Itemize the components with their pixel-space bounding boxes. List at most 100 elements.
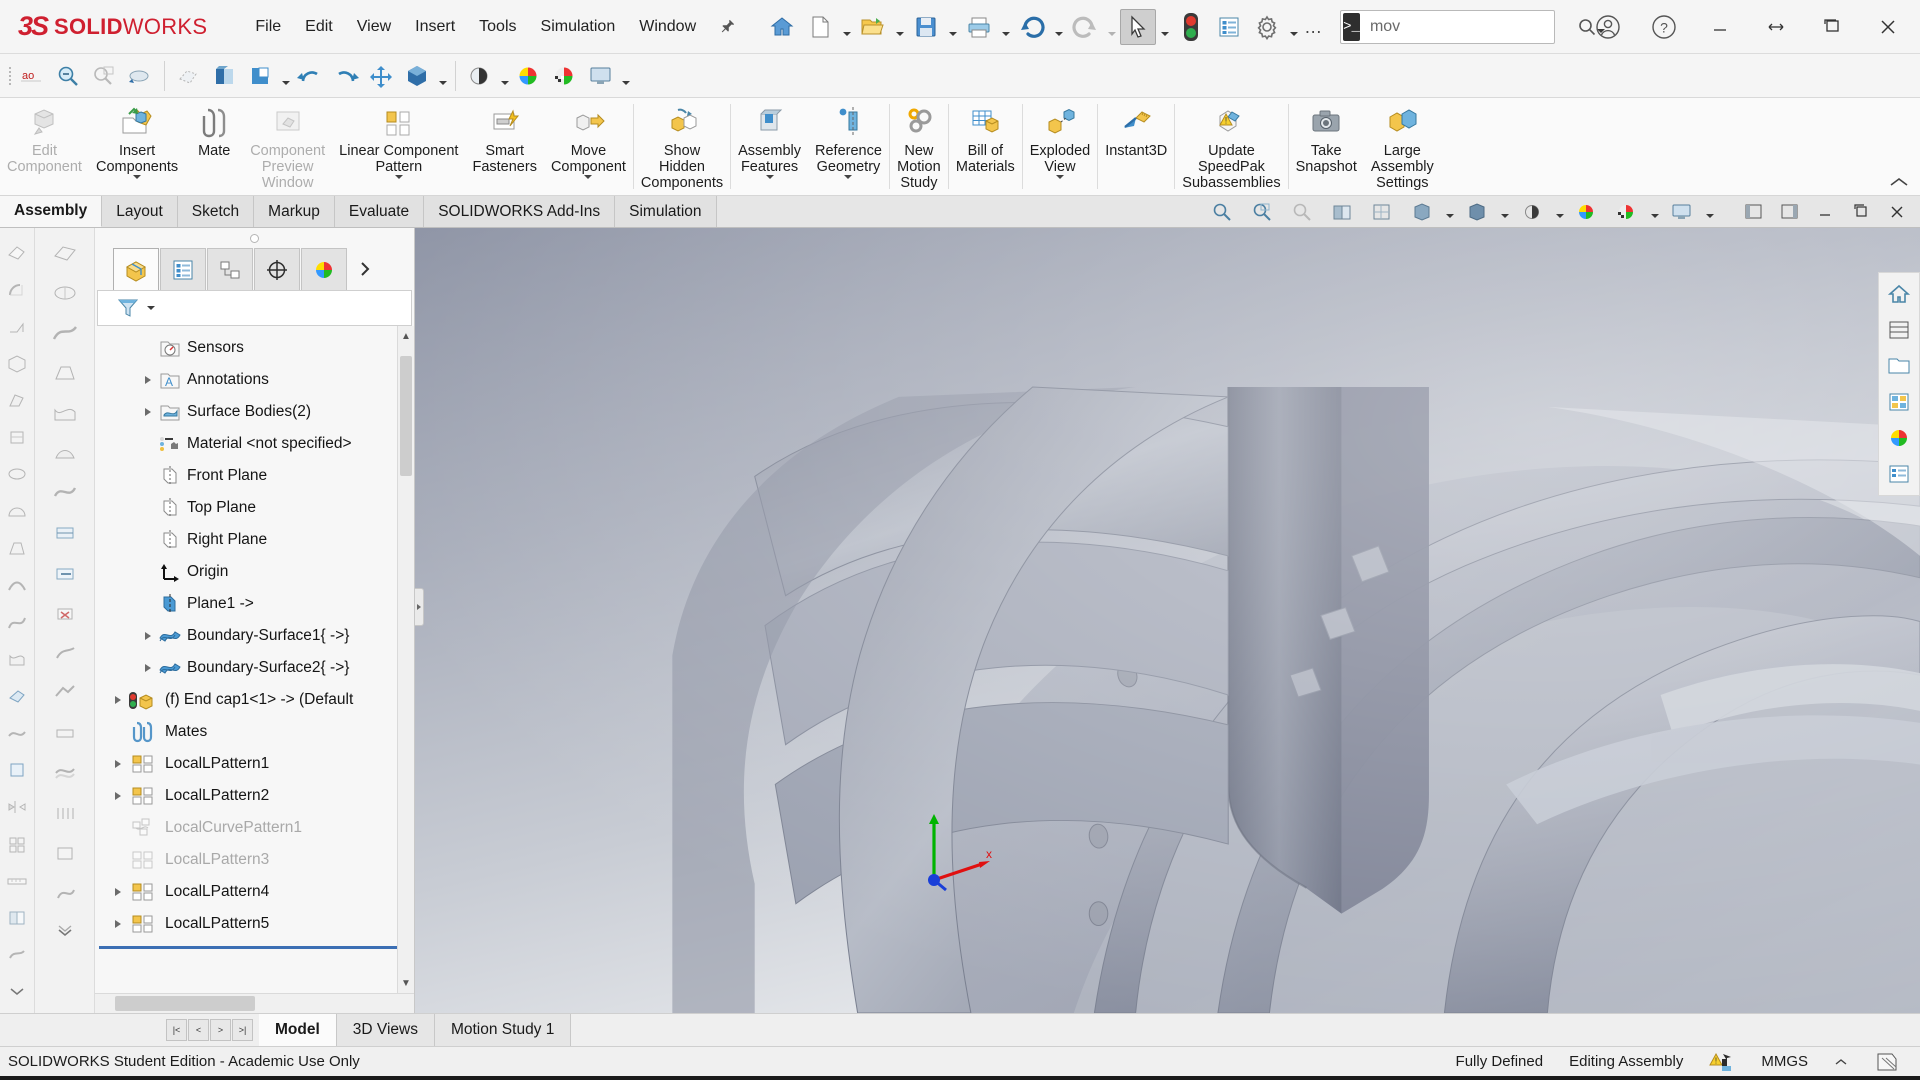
viewport-dropdown[interactable] xyxy=(619,58,632,94)
panel-collapse-handle[interactable] xyxy=(415,588,424,626)
nav-next-button[interactable]: > xyxy=(210,1019,231,1041)
boundary-surface-icon[interactable] xyxy=(39,394,91,432)
pin-icon[interactable] xyxy=(714,14,739,39)
display-states-icon[interactable] xyxy=(1882,457,1916,491)
tree-item-locallpattern4[interactable]: LocalLPattern4 xyxy=(95,876,414,908)
ribbon-exploded-view[interactable]: Exploded View xyxy=(1023,98,1097,195)
print-dropdown[interactable] xyxy=(999,9,1012,45)
tree-item-top-plane[interactable]: Top Plane xyxy=(95,492,414,524)
graphics-viewport[interactable]: x xyxy=(415,228,1920,1013)
pattern-tool-icon[interactable] xyxy=(1,826,33,862)
expand-arrow-icon[interactable] xyxy=(139,408,157,416)
dimxpert-manager-tab[interactable] xyxy=(254,248,300,290)
zoom-to-fit-icon[interactable] xyxy=(50,58,86,94)
expand-arrow-icon[interactable] xyxy=(109,920,127,928)
extruded-surface-icon[interactable] xyxy=(39,234,91,272)
tree-item-annotations[interactable]: A Annotations xyxy=(95,364,414,396)
untrim-surface-icon[interactable] xyxy=(39,634,91,672)
redo-dropdown[interactable] xyxy=(1105,9,1118,45)
instant3d-tool-icon[interactable] xyxy=(1,678,33,714)
filter-dropdown[interactable] xyxy=(144,298,157,318)
previous-view-icon[interactable] xyxy=(1283,195,1321,229)
gear-icon[interactable] xyxy=(1249,9,1285,45)
freeform-icon[interactable] xyxy=(39,474,91,512)
surface-expand-icon[interactable] xyxy=(39,914,91,952)
chevron-right-icon[interactable] xyxy=(348,248,382,290)
menu-view[interactable]: View xyxy=(345,12,403,42)
tab-assembly[interactable]: Assembly xyxy=(0,196,103,227)
open-document-dropdown[interactable] xyxy=(893,9,906,45)
display-style-icon[interactable] xyxy=(462,58,498,94)
view-orientation-dropdown[interactable] xyxy=(279,58,292,94)
tab-evaluate[interactable]: Evaluate xyxy=(334,196,425,227)
ribbon-reference-geometry[interactable]: Reference Geometry xyxy=(808,98,889,195)
ribbon-take-snapshot[interactable]: Take Snapshot xyxy=(1289,98,1364,195)
view-orientation-icon[interactable] xyxy=(1363,195,1401,229)
filled-surface-icon[interactable] xyxy=(39,434,91,472)
minimize-icon[interactable] xyxy=(1692,1,1748,53)
move-component-icon[interactable] xyxy=(364,58,400,94)
tree-item-locallpattern5[interactable]: LocalLPattern5 xyxy=(95,908,414,940)
tree-item-locallpattern3[interactable]: LocalLPattern3 xyxy=(95,844,414,876)
view-home-icon[interactable] xyxy=(1882,277,1916,311)
bottom-tab-motion-study-1[interactable]: Motion Study 1 xyxy=(434,1014,572,1046)
help-icon[interactable]: ? xyxy=(1636,1,1692,53)
zoom-to-area-icon[interactable] xyxy=(86,58,122,94)
tree-horizontal-scrollbar[interactable] xyxy=(95,993,414,1013)
sketch-tool-icon[interactable] xyxy=(1,234,33,270)
display-manager-tab[interactable] xyxy=(301,248,347,290)
rebuild-icon[interactable] xyxy=(1173,9,1209,45)
viewport-minimize-icon[interactable] xyxy=(1808,197,1842,227)
boundary-tool-icon[interactable] xyxy=(1,641,33,677)
account-icon[interactable] xyxy=(1580,1,1636,53)
menu-insert[interactable]: Insert xyxy=(403,12,467,42)
redo-icon[interactable] xyxy=(1067,9,1103,45)
hide-show-dropdown[interactable] xyxy=(498,58,511,94)
isometric-cube-icon[interactable] xyxy=(400,58,436,94)
appearances-icon[interactable] xyxy=(511,58,547,94)
tab-layout[interactable]: Layout xyxy=(102,196,178,227)
save-dropdown[interactable] xyxy=(946,9,959,45)
options-dropdown[interactable] xyxy=(1287,9,1300,45)
undo-icon[interactable] xyxy=(1014,9,1050,45)
hide-show-dropdown[interactable] xyxy=(1498,197,1511,227)
plane-tool-icon[interactable] xyxy=(1,752,33,788)
tree-item-locallpattern1[interactable]: LocalLPattern1 xyxy=(95,748,414,780)
tree-item-end-cap1[interactable]: (f) End cap1<1> -> (Default xyxy=(95,684,414,716)
tree-vertical-scrollbar[interactable]: ▲ ▼ xyxy=(397,326,414,993)
nav-last-button[interactable]: >| xyxy=(232,1019,253,1041)
ribbon-mate[interactable]: Mate xyxy=(185,98,243,195)
thicken-icon[interactable] xyxy=(39,714,91,752)
hidden-lines-icon[interactable] xyxy=(171,58,207,94)
measure-tool-icon[interactable] xyxy=(1,863,33,899)
ribbon-smart-fasteners[interactable]: Smart Fasteners xyxy=(465,98,543,195)
tree-item-localcurvepattern1[interactable]: LocalCurvePattern1 xyxy=(95,812,414,844)
overlay-icon[interactable] xyxy=(1874,1050,1900,1074)
ribbon-assembly-features[interactable]: Assembly Features xyxy=(731,98,808,195)
view-settings-dropdown[interactable] xyxy=(1553,197,1566,227)
feature-tree-tab[interactable] xyxy=(113,248,159,290)
panel-drag-handle[interactable] xyxy=(95,228,414,248)
bottom-tab-model[interactable]: Model xyxy=(259,1014,337,1046)
mid-surface-icon[interactable] xyxy=(39,514,91,552)
folder-icon[interactable] xyxy=(1882,349,1916,383)
options-list-icon[interactable] xyxy=(1211,9,1247,45)
undo-dropdown[interactable] xyxy=(1052,9,1065,45)
chevron-down-icon[interactable] xyxy=(765,175,774,179)
select-arrow-icon[interactable] xyxy=(1120,8,1157,45)
wrap-tool-icon[interactable] xyxy=(1,456,33,492)
display-style-icon[interactable] xyxy=(1403,195,1441,229)
tree-item-right-plane[interactable]: Right Plane xyxy=(95,524,414,556)
loft-tool-icon[interactable] xyxy=(1,530,33,566)
new-document-dropdown[interactable] xyxy=(840,9,853,45)
ribbon-large-assembly-settings[interactable]: Large Assembly Settings xyxy=(1364,98,1441,195)
ruled-surface-icon[interactable] xyxy=(39,794,91,832)
ribbon-move-component[interactable]: Move Component xyxy=(544,98,633,195)
color-wheel-icon[interactable] xyxy=(1882,421,1916,455)
viewport-icon[interactable] xyxy=(583,58,619,94)
ribbon-show-hidden-components[interactable]: Show Hidden Components xyxy=(634,98,730,195)
shell-tool-icon[interactable] xyxy=(1,345,33,381)
section-view-icon[interactable] xyxy=(1323,195,1361,229)
maximize-icon[interactable] xyxy=(1804,1,1860,53)
hscrollbar-thumb[interactable] xyxy=(115,996,255,1011)
